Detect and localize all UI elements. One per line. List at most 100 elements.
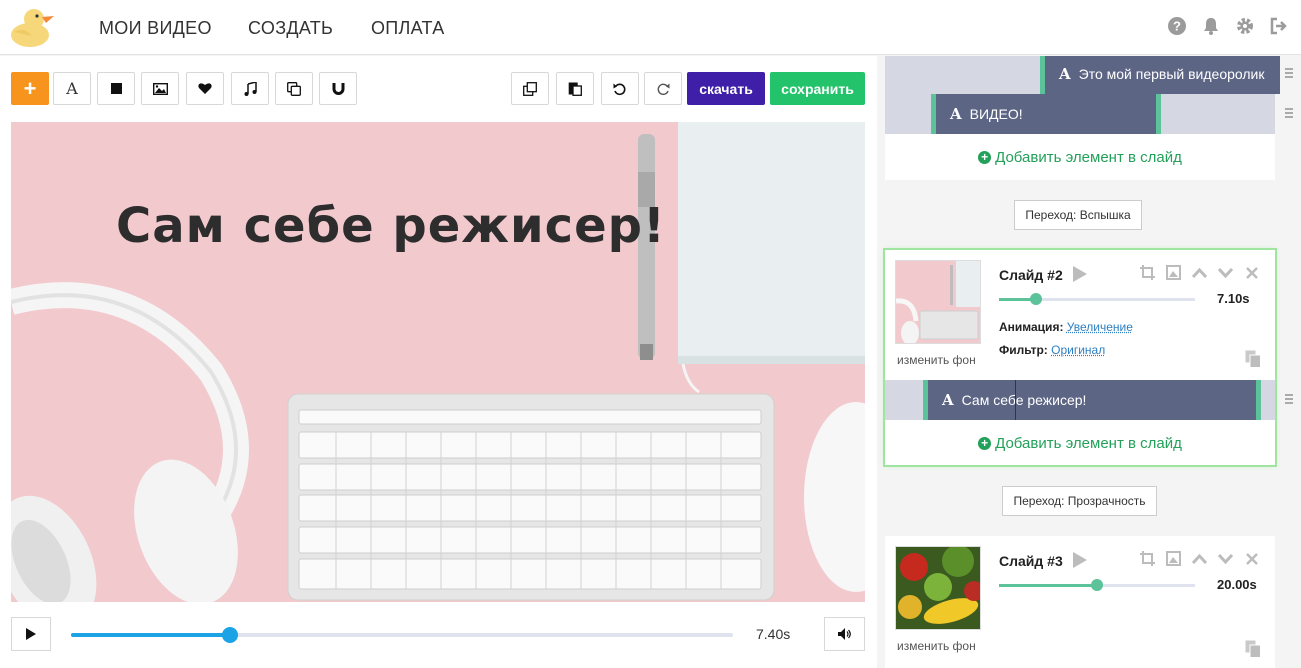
- slide1-element-text-2[interactable]: A ВИДЕО!: [931, 94, 1161, 134]
- text-icon: A: [66, 79, 78, 98]
- slide2-filter: Фильтр: Оригинал: [999, 343, 1105, 357]
- nav-my-videos[interactable]: МОИ ВИДЕО: [99, 18, 212, 39]
- magnet-button[interactable]: [319, 72, 357, 105]
- add-element-label: Добавить элемент в слайд: [995, 434, 1182, 452]
- add-image-button[interactable]: [141, 72, 179, 105]
- volume-button[interactable]: [824, 617, 865, 651]
- svg-text:?: ?: [1173, 19, 1181, 34]
- slide3-duration-fill: [999, 584, 1097, 587]
- slide2-duration: 7.10s: [1217, 291, 1250, 306]
- slide2-element-row: A Сам себе режисер!: [885, 380, 1293, 420]
- text-element-icon: A: [950, 105, 962, 123]
- chevron-down-icon[interactable]: [1217, 264, 1234, 281]
- play-button[interactable]: [11, 617, 51, 651]
- element-label: Это мой первый видеоролик: [1078, 66, 1265, 82]
- chevron-down-icon[interactable]: [1217, 550, 1234, 567]
- slide2-element-text[interactable]: A Сам себе режисер!: [923, 380, 1261, 420]
- duck-logo[interactable]: [10, 6, 58, 48]
- plus-circle-icon: +: [978, 150, 992, 164]
- nav-payment[interactable]: ОПЛАТА: [371, 18, 445, 39]
- slide-play-icon[interactable]: [1073, 552, 1087, 568]
- drag-handle[interactable]: [1285, 108, 1293, 120]
- help-icon[interactable]: ?: [1167, 16, 1187, 36]
- slide1-element-text-1[interactable]: A Это мой первый видеоролик: [1040, 56, 1280, 94]
- slide3-duration-knob[interactable]: [1091, 579, 1103, 591]
- text-element-icon: A: [942, 391, 954, 409]
- drag-handle[interactable]: [1285, 394, 1293, 406]
- timeline-progress: [71, 633, 230, 637]
- close-icon[interactable]: [1243, 550, 1260, 567]
- slide-play-icon[interactable]: [1073, 266, 1087, 282]
- crop-icon[interactable]: [1139, 264, 1156, 281]
- copy-icon: [287, 81, 301, 96]
- slide1-element-row: A Это мой первый видеоролик: [885, 56, 1293, 94]
- add-text-button[interactable]: A: [53, 72, 91, 105]
- volume-icon: [837, 628, 851, 640]
- add-element-label: Добавить элемент в слайд: [995, 148, 1182, 166]
- logout-icon[interactable]: [1269, 16, 1289, 36]
- editor-area: + A скачать сохранить Сам себе режисер! …: [0, 56, 877, 668]
- crop-icon[interactable]: [1139, 550, 1156, 567]
- add-sticker-button[interactable]: [186, 72, 224, 105]
- play-icon: [26, 628, 36, 640]
- slide2-duration-knob[interactable]: [1030, 293, 1043, 305]
- transition-button-2[interactable]: Переход: Прозрачность: [1002, 486, 1157, 516]
- timeline-knob[interactable]: [221, 627, 238, 643]
- shape-icon: [110, 83, 122, 94]
- canvas-title-text[interactable]: Сам себе режисер!: [116, 198, 666, 254]
- paste-button[interactable]: [556, 72, 594, 105]
- add-element-button[interactable]: + Добавить элемент в слайд: [885, 135, 1275, 179]
- close-icon[interactable]: [1243, 264, 1260, 281]
- top-navbar: МОИ ВИДЕО СОЗДАТЬ ОПЛАТА ?: [0, 0, 1301, 55]
- chevron-up-icon[interactable]: [1191, 264, 1208, 281]
- slide-card-2[interactable]: изменить фон Слайд #2 7.10s Анимация: Ув…: [885, 250, 1293, 465]
- timeline-slider[interactable]: [71, 627, 733, 643]
- undo-button[interactable]: [601, 72, 639, 105]
- slide3-title: Слайд #3: [999, 553, 1063, 569]
- slide2-thumbnail[interactable]: [895, 260, 981, 344]
- image-icon: [152, 82, 168, 95]
- filter-value-link[interactable]: Оригинал: [1051, 343, 1105, 357]
- chevron-up-icon[interactable]: [1191, 550, 1208, 567]
- image-settings-icon[interactable]: [1165, 550, 1182, 567]
- heart-icon: [198, 83, 212, 94]
- copy-slide-icon[interactable]: [1245, 350, 1261, 368]
- current-time: 7.40s: [756, 626, 791, 642]
- slide3-thumbnail[interactable]: [895, 546, 981, 630]
- plus-circle-icon: +: [978, 436, 992, 450]
- image-settings-icon[interactable]: [1165, 264, 1182, 281]
- slide3-duration: 20.00s: [1217, 577, 1257, 592]
- video-canvas[interactable]: Сам себе режисер!: [11, 122, 865, 602]
- copy-slide-icon[interactable]: [1245, 640, 1261, 658]
- add-element-button[interactable]: + Добавить элемент в слайд: [885, 421, 1275, 465]
- bell-icon[interactable]: [1201, 16, 1221, 36]
- add-music-button[interactable]: [231, 72, 269, 105]
- slide2-duration-slider[interactable]: [999, 293, 1195, 305]
- element-label: Сам себе режисер!: [961, 392, 1087, 408]
- add-button[interactable]: +: [11, 72, 49, 105]
- paste-icon: [568, 82, 582, 96]
- change-background-link[interactable]: изменить фон: [897, 639, 976, 653]
- slide-card-3[interactable]: изменить фон Слайд #3 20.00s: [885, 536, 1275, 668]
- drag-handle[interactable]: [1285, 68, 1293, 80]
- transition-button-1[interactable]: Переход: Вспышка: [1014, 200, 1142, 230]
- gear-icon[interactable]: [1235, 16, 1255, 36]
- duplicate-slide-button[interactable]: [511, 72, 549, 105]
- magnet-icon: [332, 82, 344, 95]
- playhead-marker: [1015, 380, 1016, 420]
- change-background-link[interactable]: изменить фон: [897, 353, 976, 367]
- slide2-title: Слайд #2: [999, 267, 1063, 283]
- undo-icon: [613, 83, 626, 95]
- redo-icon: [657, 83, 670, 95]
- filter-label: Фильтр:: [999, 343, 1048, 357]
- slide3-duration-slider[interactable]: [999, 579, 1195, 591]
- redo-button[interactable]: [644, 72, 682, 105]
- save-button[interactable]: сохранить: [770, 72, 865, 105]
- slide1-element-row: A ВИДЕО!: [885, 94, 1293, 134]
- animation-value-link[interactable]: Увеличение: [1067, 320, 1133, 334]
- copy-element-button[interactable]: [275, 72, 313, 105]
- canvas-background-image: [11, 122, 865, 602]
- download-button[interactable]: скачать: [687, 72, 765, 105]
- add-shape-button[interactable]: [97, 72, 135, 105]
- nav-create[interactable]: СОЗДАТЬ: [248, 18, 333, 39]
